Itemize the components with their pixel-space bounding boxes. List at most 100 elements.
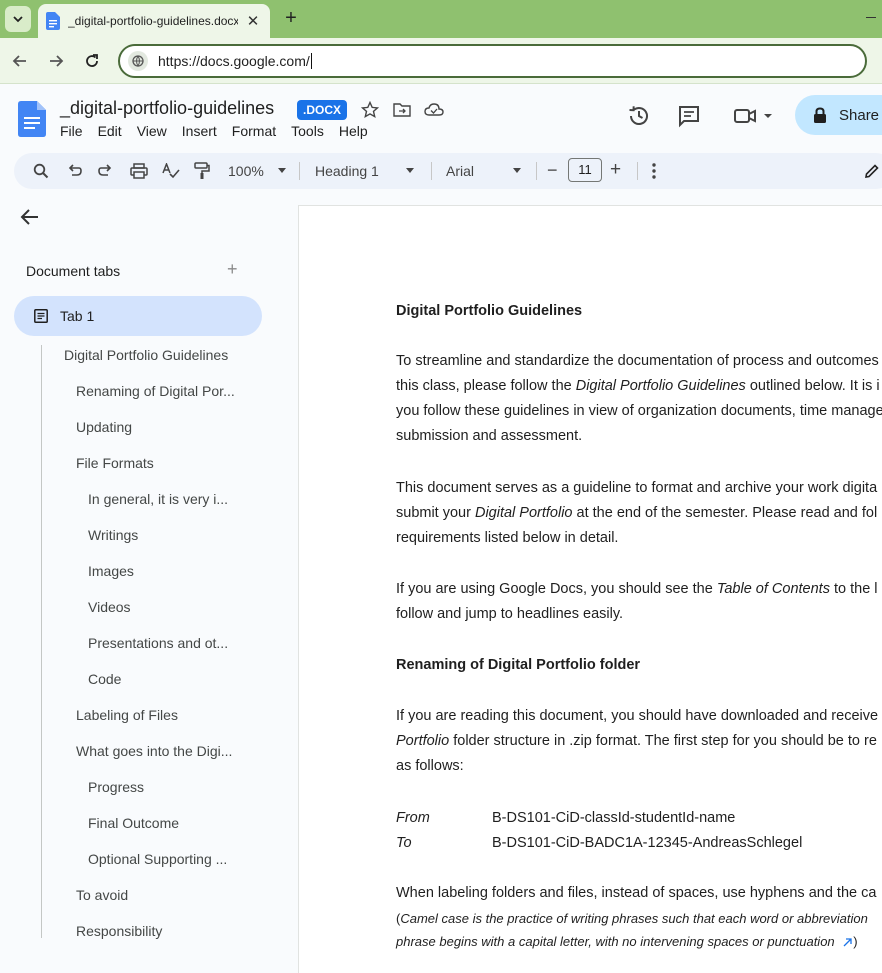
document-tabs-heading: Document tabs <box>26 263 121 279</box>
google-docs-logo-icon[interactable] <box>18 101 46 137</box>
rename-to-value: B-DS101-CiD-BADC1A-12345-AndreasSchlegel <box>492 835 803 851</box>
font-size-input[interactable]: 11 <box>568 158 602 182</box>
style-dropdown-icon[interactable] <box>406 168 414 173</box>
add-tab-button[interactable]: + <box>227 259 238 280</box>
browser-tab-title: _digital-portfolio-guidelines.docx <box>68 14 238 28</box>
paragraph-line: follow and jump to headlines easily. <box>396 606 624 622</box>
outline-item[interactable]: Writings <box>88 527 138 543</box>
chevron-down-icon <box>13 16 23 23</box>
external-link-icon[interactable] <box>841 937 853 949</box>
menu-file[interactable]: File <box>60 123 83 139</box>
document-tab-1[interactable]: Tab 1 <box>14 296 262 336</box>
menu-help[interactable]: Help <box>339 123 368 139</box>
docs-header: _digital-portfolio-guidelines .DOCX File… <box>0 84 882 148</box>
lock-icon <box>814 106 826 123</box>
caret-down-icon <box>764 114 772 118</box>
undo-icon[interactable] <box>64 161 84 181</box>
font-select[interactable]: Arial <box>446 163 474 179</box>
move-folder-icon[interactable] <box>392 100 412 120</box>
docs-favicon-icon <box>46 12 60 30</box>
outline-item[interactable]: Renaming of Digital Por... <box>76 383 235 399</box>
increase-font-size-button[interactable]: + <box>610 159 621 181</box>
outline-item[interactable]: Final Outcome <box>88 815 179 831</box>
close-tab-icon[interactable]: ✕ <box>244 12 262 30</box>
paragraph-line: If you are using Google Docs, you should… <box>396 577 878 602</box>
paragraph-style-select[interactable]: Heading 1 <box>315 163 379 179</box>
outline-item[interactable]: Progress <box>88 779 144 795</box>
tab-search-button[interactable] <box>5 6 31 32</box>
outline-item[interactable]: Presentations and ot... <box>88 635 228 651</box>
paragraph-line: this class, please follow the Digital Po… <box>396 374 880 399</box>
close-outline-button[interactable] <box>20 207 42 229</box>
outline-item[interactable]: Updating <box>76 419 132 435</box>
spellcheck-icon[interactable] <box>161 161 181 181</box>
share-label: Share <box>839 106 880 124</box>
meet-camera-button[interactable] <box>730 103 776 129</box>
text-run: ) <box>853 934 858 949</box>
search-menus-icon[interactable] <box>31 161 51 181</box>
browser-tab[interactable]: _digital-portfolio-guidelines.docx ✕ <box>38 4 270 38</box>
redo-icon[interactable] <box>96 161 116 181</box>
menu-view[interactable]: View <box>137 123 167 139</box>
outline-item[interactable]: Code <box>88 671 121 687</box>
minimize-window-icon[interactable] <box>864 9 878 23</box>
page-heading: Digital Portfolio Guidelines <box>396 303 583 319</box>
paragraph-line: (Camel case is the practice of writing p… <box>396 906 868 931</box>
zoom-select[interactable]: 100% <box>228 163 264 179</box>
paragraph-line: phrase begins with a capital letter, wit… <box>396 929 858 954</box>
reload-button[interactable] <box>81 50 103 72</box>
outline-item[interactable]: Digital Portfolio Guidelines <box>64 347 228 363</box>
new-tab-button[interactable]: + <box>280 8 302 30</box>
text-run: folder structure in .zip format. The fir… <box>449 733 877 749</box>
more-options-icon[interactable] <box>644 161 664 181</box>
back-nav-button[interactable] <box>9 50 31 72</box>
menu-insert[interactable]: Insert <box>182 123 217 139</box>
outline-item[interactable]: Images <box>88 563 134 579</box>
outline-item[interactable]: In general, it is very i... <box>88 491 228 507</box>
star-icon[interactable] <box>360 100 380 120</box>
url-text: https://docs.google.com/ <box>158 53 310 69</box>
text-run: outlined below. It is i <box>745 378 880 394</box>
outline-guide-line <box>41 345 42 938</box>
outline-item[interactable]: Responsibility <box>76 923 162 939</box>
paint-format-icon[interactable] <box>192 161 212 181</box>
decrease-font-size-button[interactable]: − <box>547 160 558 181</box>
document-title[interactable]: _digital-portfolio-guidelines <box>60 98 274 119</box>
video-camera-icon <box>734 109 756 123</box>
outline-item[interactable]: Videos <box>88 599 131 615</box>
editing-mode-pencil-icon[interactable] <box>862 161 882 181</box>
menu-edit[interactable]: Edit <box>98 123 122 139</box>
menu-bar: File Edit View Insert Format Tools Help <box>60 123 383 139</box>
italic-run: Camel case is the practice of writing ph… <box>400 911 868 926</box>
text-run: submit your <box>396 505 475 521</box>
outline-item[interactable]: Optional Supporting ... <box>88 851 227 867</box>
comments-icon[interactable] <box>676 103 702 129</box>
url-input[interactable]: https://docs.google.com/ <box>118 44 867 78</box>
outline-item[interactable]: File Formats <box>76 455 154 471</box>
font-dropdown-icon[interactable] <box>513 168 521 173</box>
text-caret <box>310 53 312 69</box>
arrow-left-icon <box>12 55 26 67</box>
site-info-icon[interactable] <box>128 51 148 71</box>
outline-item[interactable]: Labeling of Files <box>76 707 178 723</box>
document-tab-icon <box>34 309 48 323</box>
version-history-icon[interactable] <box>626 103 652 129</box>
outline-item[interactable]: What goes into the Digi... <box>76 743 232 759</box>
paragraph-line: requirements listed below in detail. <box>396 530 619 546</box>
paragraph-line: submission and assessment. <box>396 428 583 444</box>
italic-run: Table of Contents <box>716 581 830 597</box>
zoom-dropdown-icon[interactable] <box>278 168 286 173</box>
menu-tools[interactable]: Tools <box>291 123 324 139</box>
arrow-left-icon <box>20 209 38 225</box>
print-icon[interactable] <box>129 161 149 181</box>
outline-item[interactable]: To avoid <box>76 887 128 903</box>
toolbar-divider <box>536 162 537 180</box>
forward-nav-button[interactable] <box>45 50 67 72</box>
cloud-saved-icon[interactable] <box>424 100 444 120</box>
menu-format[interactable]: Format <box>232 123 276 139</box>
browser-tab-strip: _digital-portfolio-guidelines.docx ✕ + <box>0 0 882 38</box>
document-page[interactable]: Digital Portfolio Guidelines To streamli… <box>298 205 882 973</box>
share-button[interactable]: Share <box>795 95 882 135</box>
arrow-right-icon <box>50 55 64 67</box>
text-run: to the l <box>829 581 878 597</box>
